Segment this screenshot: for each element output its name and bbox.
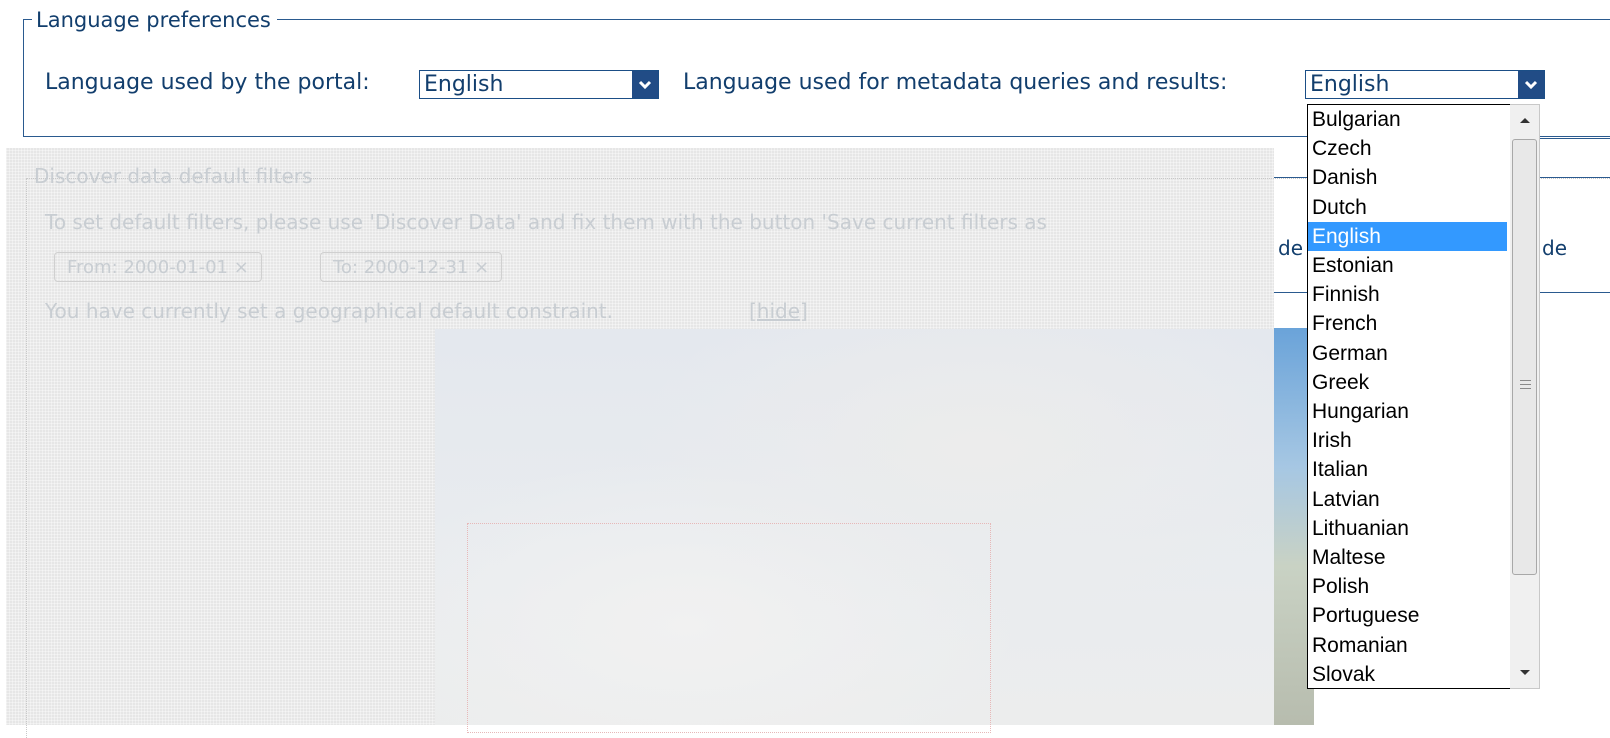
dropdown-option[interactable]: Latvian (1308, 485, 1507, 514)
filter-chip-to-label: To: 2000-12-31 (333, 257, 469, 278)
scroll-down-icon[interactable] (1510, 660, 1539, 686)
dropdown-option[interactable]: Maltese (1308, 543, 1507, 572)
fieldset-border-fragment (1274, 177, 1308, 178)
chevron-down-icon[interactable] (1518, 71, 1544, 98)
fieldset-border-fragment (1540, 292, 1610, 293)
dropdown-option[interactable]: Slovak (1308, 660, 1507, 688)
instruction-fragment-left: de (1278, 236, 1303, 260)
instruction-fragment-right: de (1542, 236, 1567, 260)
dropdown-option[interactable]: English (1308, 221, 1507, 251)
dropdown-option[interactable]: Hungarian (1308, 397, 1507, 426)
filter-chip-to[interactable]: To: 2000-12-31 × (320, 252, 503, 282)
metadata-language-dropdown[interactable]: Bulgarian Czech Danish Dutch English Estonian… (1307, 104, 1512, 689)
dropdown-option[interactable]: Portuguese (1308, 601, 1507, 630)
metadata-language-select[interactable]: English (1305, 70, 1545, 99)
dropdown-scrollbar[interactable] (1510, 104, 1540, 689)
dropdown-option[interactable]: Czech (1308, 134, 1507, 163)
filter-chip-from[interactable]: From: 2000-01-01 × (54, 252, 262, 282)
portal-language-label: Language used by the portal: (45, 70, 370, 95)
fieldset-border-fragment (1274, 292, 1308, 293)
dropdown-option[interactable]: Danish (1308, 163, 1507, 192)
dropdown-option[interactable]: Irish (1308, 426, 1507, 455)
dropdown-option[interactable]: Italian (1308, 455, 1507, 484)
dropdown-option[interactable]: Greek (1308, 368, 1507, 397)
filter-chip-from-label: From: 2000-01-01 (67, 257, 228, 278)
portal-language-select[interactable]: English (419, 70, 659, 99)
chevron-down-icon[interactable] (632, 71, 658, 98)
language-preferences-legend: Language preferences (32, 7, 277, 33)
dropdown-option[interactable]: German (1308, 339, 1507, 368)
fieldset-border-fragment (1540, 138, 1610, 139)
remove-icon[interactable]: × (234, 257, 249, 278)
portal-language-value: English (424, 72, 504, 97)
dropdown-option[interactable]: Dutch (1308, 193, 1507, 222)
remove-icon[interactable]: × (474, 257, 489, 278)
metadata-language-value: English (1310, 72, 1390, 97)
scrollbar-thumb[interactable] (1512, 139, 1537, 575)
dropdown-option[interactable]: Romanian (1308, 631, 1507, 660)
scroll-up-icon[interactable] (1510, 107, 1539, 133)
discover-instruction-text: To set default filters, please use 'Disc… (45, 210, 1047, 234)
metadata-language-label: Language used for metadata queries and r… (683, 70, 1228, 95)
dropdown-option[interactable]: Finnish (1308, 280, 1507, 309)
dropdown-option[interactable]: Bulgarian (1308, 105, 1507, 134)
dropdown-option[interactable]: Estonian (1308, 251, 1507, 280)
map-extent-rectangle (467, 523, 991, 733)
dropdown-option[interactable]: Lithuanian (1308, 514, 1507, 543)
discover-defaults-legend: Discover data default filters (34, 164, 313, 188)
dropdown-option[interactable]: Polish (1308, 572, 1507, 601)
geo-constraint-text: You have currently set a geographical de… (45, 299, 614, 323)
hide-link[interactable]: [hide] (749, 299, 808, 323)
dropdown-option[interactable]: French (1308, 309, 1507, 338)
